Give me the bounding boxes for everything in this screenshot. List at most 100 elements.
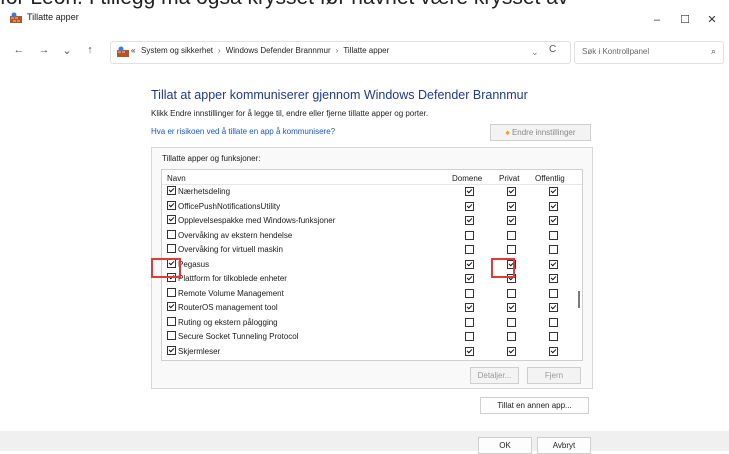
app-enable-checkbox[interactable] [167,287,176,297]
list-header: Navn Domene Privat Offentlig [162,170,582,185]
app-enable-checkbox[interactable] [167,186,176,195]
app-public-checkbox[interactable] [549,274,558,283]
app-private-checkbox[interactable] [507,216,516,225]
app-enable-checkbox[interactable] [167,345,176,355]
app-domain-checkbox[interactable] [465,303,474,312]
allowed-apps-list[interactable]: Navn Domene Privat Offentlig Nærhetsdeli… [161,169,583,361]
column-header-domain[interactable]: Domene [452,174,482,183]
maximize-button[interactable]: ☐ [672,10,698,30]
app-public-checkbox[interactable] [549,303,558,312]
app-domain-checkbox[interactable] [465,288,474,298]
close-button[interactable]: ✕ [699,10,725,30]
ok-button[interactable]: OK [478,437,532,454]
app-row-name: Skjermleser [167,345,221,356]
app-public-checkbox[interactable] [549,187,558,196]
allowed-apps-label: Tillatte apper og funksjoner: [162,154,261,163]
shield-icon: ♠ [505,128,510,137]
app-domain-checkbox[interactable] [465,187,474,196]
app-public-checkbox[interactable] [549,230,558,240]
app-row[interactable]: Secure Socket Tunneling Protocol [162,331,570,342]
list-scrollbar[interactable] [575,185,581,359]
search-input[interactable]: Søk i Kontrollpanel ⌕ [574,41,724,64]
breadcrumb-defender-firewall[interactable]: Windows Defender Brannmur [226,46,331,55]
risk-info-link[interactable]: Hva er risikoen ved å tillate en app å k… [151,127,335,136]
app-domain-checkbox[interactable] [465,216,474,225]
app-enable-checkbox[interactable] [167,316,176,326]
control-panel-firewall-icon [117,46,129,57]
app-row[interactable]: RouterOS management tool [162,302,570,313]
search-icon[interactable]: ⌕ [711,46,716,57]
app-row[interactable]: OfficePushNotificationsUtility [162,200,570,212]
address-row: ← → ⌄ ↑ « System og sikkerhet › Windows De… [0,38,729,66]
app-enable-checkbox[interactable] [167,229,176,239]
forward-arrow-icon[interactable]: → [37,44,51,56]
app-public-checkbox[interactable] [549,332,558,341]
app-row-name: Opplevelsespakke med Windows-funksjoner [167,215,335,225]
app-row-name: OfficePushNotificationsUtility [167,200,281,211]
scrollbar-thumb[interactable] [578,291,580,308]
app-row[interactable]: Skjermleser [162,345,570,357]
app-row[interactable]: Ruting og ekstern pålogging [162,316,570,328]
change-settings-button[interactable]: ♠ Endre innstillinger [490,124,591,141]
app-domain-checkbox[interactable] [465,346,474,356]
app-public-checkbox[interactable] [549,259,558,269]
breadcrumb-overflow[interactable]: « [131,46,135,55]
app-domain-checkbox[interactable] [465,259,474,269]
app-public-checkbox[interactable] [549,317,558,327]
app-row-name: Overvåking av ekstern hendelse [167,229,292,240]
back-arrow-icon[interactable]: ← [12,44,26,56]
app-private-checkbox[interactable] [507,245,516,254]
app-private-checkbox[interactable] [507,187,516,196]
app-row[interactable]: Opplevelsespakke med Windows-funksjoner [162,215,570,226]
refresh-icon[interactable]: C [549,44,556,55]
app-private-checkbox[interactable] [507,201,516,211]
app-name-label: Pegasus [178,259,210,269]
app-private-checkbox[interactable] [507,332,516,341]
app-enable-checkbox[interactable] [167,215,176,224]
app-domain-checkbox[interactable] [465,230,474,240]
column-header-name[interactable]: Navn [167,174,186,183]
app-name-label: Secure Socket Tunneling Protocol [178,332,299,341]
app-row[interactable]: Nærhetsdeling [162,186,570,197]
app-enable-checkbox[interactable] [167,244,176,253]
app-private-checkbox[interactable] [507,317,516,327]
app-public-checkbox[interactable] [549,245,558,254]
remove-button[interactable]: Fjern [527,367,581,384]
app-name-label: Skjermleser [178,346,221,356]
app-domain-checkbox[interactable] [465,274,474,283]
footer-bar [0,431,729,451]
app-domain-checkbox[interactable] [465,201,474,211]
app-domain-checkbox[interactable] [465,317,474,327]
allow-another-app-button[interactable]: Tillat en annen app... [480,397,589,414]
app-private-checkbox[interactable] [507,288,516,298]
app-name-label: OfficePushNotificationsUtility [178,201,281,211]
app-enable-checkbox[interactable] [167,200,176,210]
cancel-button[interactable]: Avbryt [537,437,591,454]
app-private-checkbox[interactable] [507,303,516,312]
firewall-icon [10,12,22,23]
details-button[interactable]: Detaljer... [470,367,519,384]
app-public-checkbox[interactable] [549,216,558,225]
column-header-public[interactable]: Offentlig [535,174,565,183]
breadcrumb-system-security[interactable]: System og sikkerhet [141,46,213,55]
app-enable-checkbox[interactable] [167,302,176,311]
breadcrumb-allowed-apps[interactable]: Tillatte apper [343,46,389,55]
address-bar[interactable]: « System og sikkerhet › Windows Defender B… [110,41,571,64]
app-public-checkbox[interactable] [549,288,558,298]
minimize-button[interactable]: – [644,10,670,30]
address-dropdown-icon[interactable]: ⌄ [531,47,539,58]
app-row[interactable]: Overvåking for virtuell maskin [162,244,570,255]
column-header-private[interactable]: Privat [499,174,519,183]
app-private-checkbox[interactable] [507,230,516,240]
app-row[interactable]: Remote Volume Management [162,287,570,299]
app-domain-checkbox[interactable] [465,245,474,254]
app-name-label: Nærhetsdeling [178,187,231,196]
app-enable-checkbox[interactable] [167,331,176,340]
app-public-checkbox[interactable] [549,201,558,211]
app-public-checkbox[interactable] [549,346,558,356]
recent-locations-chevron-icon[interactable]: ⌄ [60,44,74,57]
app-private-checkbox[interactable] [507,346,516,356]
up-arrow-icon[interactable]: ↑ [83,44,97,56]
app-domain-checkbox[interactable] [465,332,474,341]
app-row[interactable]: Overvåking av ekstern hendelse [162,229,570,241]
